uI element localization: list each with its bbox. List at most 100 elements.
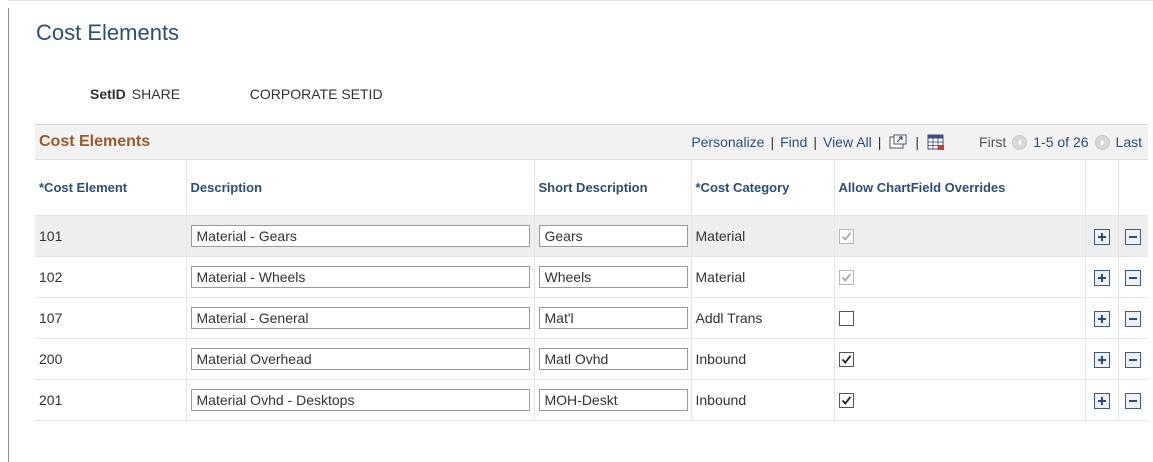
short-description-input[interactable]	[538, 266, 688, 288]
view-all-link[interactable]: View All	[823, 134, 872, 150]
minus-icon[interactable]	[1125, 351, 1142, 368]
column-header-delete	[1118, 160, 1148, 216]
table-row: 101 Material	[35, 215, 1148, 257]
allow-overrides-checkbox[interactable]	[838, 352, 854, 368]
column-header-cost-category[interactable]: *Cost Category	[691, 160, 835, 216]
allow-overrides-cell	[834, 297, 1086, 339]
description-input[interactable]	[190, 307, 530, 329]
nav-separator: |	[877, 134, 882, 150]
description-input[interactable]	[190, 348, 530, 370]
table-row: 201 Inbound	[35, 379, 1148, 421]
short-description-cell	[534, 379, 692, 421]
personalize-link[interactable]: Personalize	[691, 134, 764, 150]
cost-elements-table: *Cost Element Description Short Descript…	[35, 160, 1148, 421]
header-row: *Cost Element Description Short Descript…	[35, 160, 1148, 216]
short-description-input[interactable]	[538, 225, 688, 247]
table-row: 200 Inbound	[35, 338, 1148, 380]
delete-row-cell	[1118, 297, 1148, 339]
find-link[interactable]: Find	[780, 134, 807, 150]
delete-row-cell	[1118, 215, 1148, 257]
add-row-cell	[1085, 338, 1119, 380]
table-row: 102 Material	[35, 256, 1148, 298]
last-link[interactable]: Last	[1116, 134, 1142, 150]
delete-row-cell	[1118, 338, 1148, 380]
page-title: Cost Elements	[36, 20, 180, 45]
short-description-input[interactable]	[538, 389, 688, 411]
setid-description: CORPORATE SETID	[249, 86, 383, 102]
next-arrow-icon[interactable]	[1094, 134, 1110, 150]
description-cell	[186, 256, 535, 298]
cost-element-cell: 200	[35, 338, 187, 380]
grid-navigation: Personalize | Find | View All | | First …	[691, 125, 1142, 159]
short-description-input[interactable]	[538, 307, 688, 329]
cost-element-cell: 201	[35, 379, 187, 421]
top-divider	[8, 0, 1153, 1]
nav-separator: |	[813, 134, 817, 150]
allow-overrides-checkbox[interactable]	[838, 393, 854, 409]
nav-separator: |	[915, 134, 920, 150]
description-cell	[186, 215, 535, 257]
table-row: 107 Addl Trans	[35, 297, 1148, 339]
description-cell	[186, 338, 535, 380]
minus-icon[interactable]	[1125, 228, 1142, 245]
grid-body: 101 Material 102 Material 107 Addl Trans 200 In…	[35, 215, 1148, 421]
column-header-short-description[interactable]: Short Description	[534, 160, 692, 216]
grid-title: Cost Elements	[39, 133, 151, 150]
plus-icon[interactable]	[1093, 228, 1110, 245]
allow-overrides-cell	[834, 338, 1086, 380]
row-range: 1-5 of 26	[1033, 134, 1089, 150]
description-cell	[186, 297, 535, 339]
cost-category-cell: Inbound	[691, 338, 835, 380]
cost-category-cell: Material	[691, 215, 835, 257]
zoom-icon[interactable]	[889, 134, 907, 150]
setid-value: SHARE	[131, 86, 181, 102]
setid-label: SetID	[90, 86, 126, 102]
cost-elements-grid: Cost Elements Personalize | Find | View …	[35, 124, 1148, 421]
description-cell	[186, 379, 535, 421]
plus-icon[interactable]	[1093, 269, 1110, 286]
cost-category-cell: Addl Trans	[691, 297, 835, 339]
short-description-cell	[534, 215, 692, 257]
allow-overrides-checkbox	[838, 229, 854, 245]
grid-header: Cost Elements Personalize | Find | View …	[35, 125, 1148, 160]
allow-overrides-checkbox	[838, 270, 854, 286]
previous-arrow-icon	[1012, 134, 1028, 150]
plus-icon[interactable]	[1093, 392, 1110, 409]
cost-category-cell: Material	[691, 256, 835, 298]
allow-overrides-cell	[834, 215, 1086, 257]
delete-row-cell	[1118, 256, 1148, 298]
minus-icon[interactable]	[1125, 269, 1142, 286]
allow-overrides-cell	[834, 379, 1086, 421]
plus-icon[interactable]	[1093, 310, 1110, 327]
spreadsheet-icon[interactable]	[927, 134, 945, 151]
add-row-cell	[1085, 379, 1119, 421]
column-header-cost-element[interactable]: *Cost Element	[35, 160, 187, 216]
plus-icon[interactable]	[1093, 351, 1110, 368]
description-input[interactable]	[190, 266, 530, 288]
cost-category-cell: Inbound	[691, 379, 835, 421]
left-divider	[8, 8, 9, 462]
short-description-input[interactable]	[538, 348, 688, 370]
delete-row-cell	[1118, 379, 1148, 421]
short-description-cell	[534, 338, 692, 380]
nav-separator: |	[770, 134, 775, 150]
add-row-cell	[1085, 215, 1119, 257]
add-row-cell	[1085, 256, 1119, 298]
column-header-add	[1085, 160, 1119, 216]
cost-element-cell: 107	[35, 297, 187, 339]
setid-row: SetID SHARE CORPORATE SETID	[90, 86, 383, 102]
minus-icon[interactable]	[1125, 310, 1142, 327]
minus-icon[interactable]	[1125, 392, 1142, 409]
cost-element-cell: 102	[35, 256, 187, 298]
allow-overrides-cell	[834, 256, 1086, 298]
description-input[interactable]	[190, 225, 530, 247]
allow-overrides-checkbox[interactable]	[838, 311, 854, 327]
add-row-cell	[1085, 297, 1119, 339]
short-description-cell	[534, 256, 692, 298]
short-description-cell	[534, 297, 692, 339]
cost-element-cell: 101	[35, 215, 187, 257]
column-header-description[interactable]: Description	[186, 160, 535, 216]
column-header-allow-overrides[interactable]: Allow ChartField Overrides	[834, 160, 1086, 216]
first-link: First	[979, 134, 1007, 150]
description-input[interactable]	[190, 389, 530, 411]
